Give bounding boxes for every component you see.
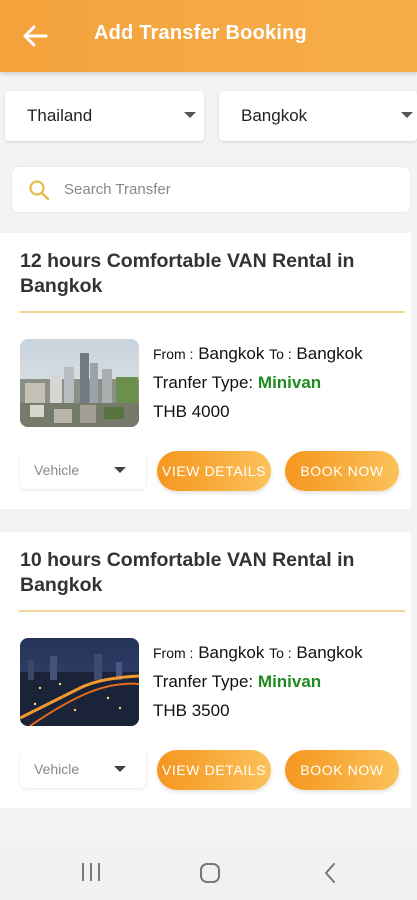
transfer-card: 12 hours Comfortable VAN Rental in Bangk… (0, 233, 411, 509)
to-value: Bangkok (296, 344, 363, 363)
city-dropdown[interactable]: Bangkok (219, 91, 417, 141)
from-value: Bangkok (198, 344, 265, 363)
transfer-title: 12 hours Comfortable VAN Rental in Bangk… (20, 250, 355, 297)
transfer-title: 10 hours Comfortable VAN Rental in Bangk… (20, 549, 355, 596)
price: THB 3500 (153, 701, 230, 720)
search-bar (11, 166, 411, 213)
transfer-type-label: Tranfer Type: (153, 672, 254, 691)
to-value: Bangkok (296, 643, 363, 662)
book-now-button[interactable]: BOOK NOW (285, 451, 399, 491)
caret-down-icon (401, 112, 413, 118)
book-now-button[interactable]: BOOK NOW (285, 750, 399, 790)
transfer-type-value: Minivan (257, 672, 322, 691)
search-icon (29, 179, 50, 200)
search-input[interactable] (64, 181, 384, 198)
app-bar: Add Transfer Booking (0, 0, 417, 72)
transfer-image (20, 339, 139, 427)
transfer-type-value: Minivan (257, 373, 322, 392)
home-icon[interactable] (199, 862, 221, 884)
recents-icon[interactable] (80, 862, 102, 882)
transfer-info: From : Bangkok To : Bangkok Tranfer Type… (153, 642, 403, 722)
view-details-button[interactable]: VIEW DETAILS (157, 451, 271, 491)
country-value: Thailand (27, 106, 93, 125)
transfer-image (20, 638, 139, 726)
vehicle-placeholder: Vehicle (34, 462, 80, 478)
back-button[interactable] (18, 20, 52, 52)
to-label: To : (269, 645, 292, 661)
view-details-button[interactable]: VIEW DETAILS (157, 750, 271, 790)
divider (19, 311, 405, 313)
from-value: Bangkok (198, 643, 265, 662)
vehicle-placeholder: Vehicle (34, 761, 80, 777)
caret-down-icon (114, 467, 126, 473)
to-label: To : (269, 346, 292, 362)
page-title: Add Transfer Booking (94, 22, 307, 44)
transfer-card: 10 hours Comfortable VAN Rental in Bangk… (0, 532, 411, 808)
transfer-type-label: Tranfer Type: (153, 373, 254, 392)
caret-down-icon (184, 112, 196, 118)
country-dropdown[interactable]: Thailand (5, 91, 204, 141)
city-value: Bangkok (241, 106, 308, 125)
system-nav-bar (0, 844, 417, 900)
vehicle-dropdown[interactable]: Vehicle (20, 750, 146, 788)
from-label: From : (153, 346, 194, 362)
from-label: From : (153, 645, 194, 661)
caret-down-icon (114, 766, 126, 772)
arrow-left-icon (23, 25, 48, 47)
vehicle-dropdown[interactable]: Vehicle (20, 451, 146, 489)
transfer-info: From : Bangkok To : Bangkok Tranfer Type… (153, 343, 403, 423)
back-chevron-icon[interactable] (322, 862, 338, 884)
divider (19, 610, 405, 612)
price: THB 4000 (153, 402, 230, 421)
